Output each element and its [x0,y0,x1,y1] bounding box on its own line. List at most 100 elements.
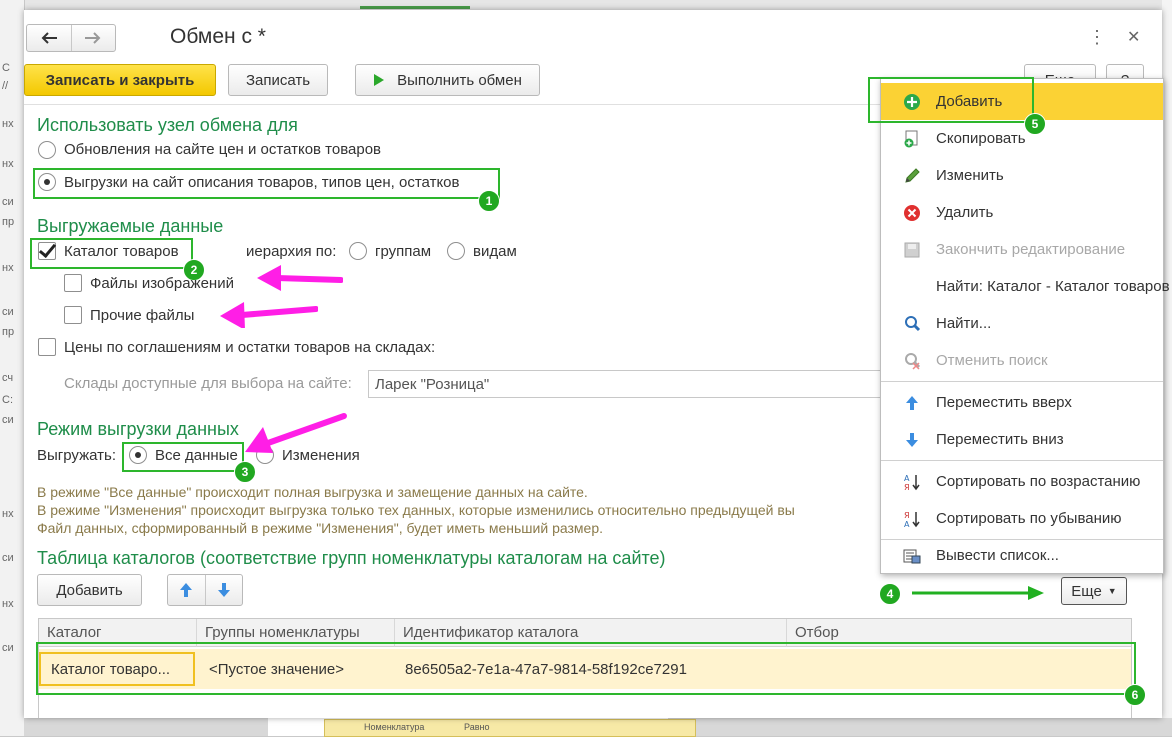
warehouses-label: Склады доступные для выбора на сайте: [64,375,352,392]
svg-text:А: А [904,520,910,528]
back-button[interactable] [27,25,72,51]
table-more-label: Еще [1071,582,1102,600]
badge-1: 1 [478,190,500,212]
nav-button-group [26,24,116,52]
background-bottom-strip: Номенклатура Равно [24,718,1172,737]
menu-item-cancel-search[interactable]: Отменить поиск [881,342,1163,379]
menu-item-copy[interactable]: Скопировать [881,120,1163,157]
bg-fragment: нх [2,508,14,520]
badge-3: 3 [234,461,256,483]
radio-hierarchy-kinds-label: видам [473,243,517,260]
move-button-group [167,574,243,606]
badge-6: 6 [1124,684,1146,706]
menu-item-end-edit[interactable]: Закончить редактирование [881,231,1163,268]
play-icon [374,74,385,86]
save-and-close-button[interactable]: Записать и закрыть [24,64,216,96]
bg-fragment: сч [2,372,14,384]
checkbox-prices-stock[interactable] [38,338,56,356]
menu-item-find-value[interactable]: Найти: Каталог - Каталог товаров [881,268,1170,305]
bg-fragment: С [2,62,10,74]
arrow-up-icon [180,583,193,597]
export-section-title: Выгружаемые данные [37,216,224,236]
radio-hierarchy-groups-label: группам [375,243,432,260]
arrow-down-icon [903,431,921,449]
bg-row-value: Равно [464,722,490,732]
bg-fragment: си [2,642,14,654]
sort-desc-icon: ЯА [903,510,921,528]
bg-fragment: нх [2,158,14,170]
badge-4: 4 [879,583,901,605]
menu-item-sort-asc[interactable]: АЯ Сортировать по возрастанию [881,463,1163,500]
radio-hierarchy-groups[interactable] [349,242,367,260]
pencil-icon [903,167,921,185]
move-up-button[interactable] [168,575,206,605]
bg-fragment: нх [2,598,14,610]
copy-icon [903,130,921,148]
annotation-arrow-magenta-1 [257,265,343,291]
warehouses-field[interactable]: Ларек "Розница" [368,370,888,398]
mode-section-title: Режим выгрузки данных [37,419,239,439]
highlight-box-1 [33,168,500,199]
save-button[interactable]: Записать [228,64,328,96]
more-dropdown-menu: Добавить Скопировать Изменить Удалить За… [880,78,1170,574]
checkbox-other-files-label: Прочие файлы [90,307,195,324]
annotation-arrow-magenta-2 [220,302,318,328]
chevron-down-icon: ▼ [1107,586,1117,596]
menu-item-sort-desc[interactable]: ЯА Сортировать по убыванию [881,500,1163,537]
radio-update-prices-label: Обновления на сайте цен и остатков товар… [64,141,382,158]
window-title: Обмен с * [170,25,266,48]
radio-update-prices[interactable] [38,141,56,159]
arrow-up-icon [903,394,921,412]
svg-text:А: А [904,474,910,483]
menu-item-find[interactable]: Найти... [881,305,1163,342]
svg-text:Я: Я [904,511,910,520]
checkbox-prices-stock-label: Цены по соглашениям и остатки товаров на… [64,339,436,356]
menu-item-output-list[interactable]: Вывести список... [881,537,1163,574]
bg-row-label: Номенклатура [364,722,425,732]
hierarchy-label: иерархия по: [246,243,337,260]
list-output-icon [903,547,921,565]
badge-5: 5 [1024,113,1046,135]
node-section-title: Использовать узел обмена для [37,115,298,135]
table-more-button[interactable]: Еще ▼ [1061,577,1127,605]
bg-fragment: нх [2,118,14,130]
highlight-box-2 [30,238,193,269]
bg-fragment: С: [2,394,13,406]
arrow-right-icon [85,32,101,44]
more-actions-icon[interactable]: ⋮ [1088,27,1106,48]
background-left-panel: С // нх нх си пр нх си пр сч С: си нх си… [0,0,25,736]
table-section-title: Таблица каталогов (соответствие групп но… [37,548,666,568]
run-exchange-button[interactable]: Выполнить обмен [355,64,540,96]
close-icon[interactable]: ✕ [1127,27,1140,47]
bg-fragment: // [2,80,9,92]
hint-line-1: В режиме "Все данные" происходит полная … [37,484,588,500]
menu-item-delete[interactable]: Удалить [881,194,1163,231]
checkbox-other-files[interactable] [64,306,82,324]
bg-fragment: си [2,414,14,426]
bg-fragment: си [2,196,14,208]
highlight-box-3 [122,442,244,472]
menu-separator [881,381,1163,382]
bg-fragment: пр [2,216,15,228]
menu-separator [881,460,1163,461]
table-add-button[interactable]: Добавить [37,574,142,606]
highlight-box-5 [868,77,1034,123]
checkbox-image-files-label: Файлы изображений [90,275,234,292]
end-edit-icon [903,241,921,259]
forward-button[interactable] [72,25,116,51]
arrow-down-icon [217,583,230,597]
cancel-search-icon [903,352,921,370]
background-tabbar [0,0,1172,10]
bg-fragment: пр [2,326,15,338]
menu-item-move-up[interactable]: Переместить вверх [881,384,1163,421]
menu-item-edit[interactable]: Изменить [881,157,1163,194]
export-mode-label: Выгружать: [37,447,116,464]
run-exchange-label: Выполнить обмен [397,71,522,89]
checkbox-image-files[interactable] [64,274,82,292]
highlight-box-6 [36,642,1136,695]
move-down-button[interactable] [206,575,243,605]
active-tab-indicator [360,6,470,9]
radio-hierarchy-kinds[interactable] [447,242,465,260]
menu-item-move-down[interactable]: Переместить вниз [881,421,1163,458]
bg-fragment: си [2,306,14,318]
